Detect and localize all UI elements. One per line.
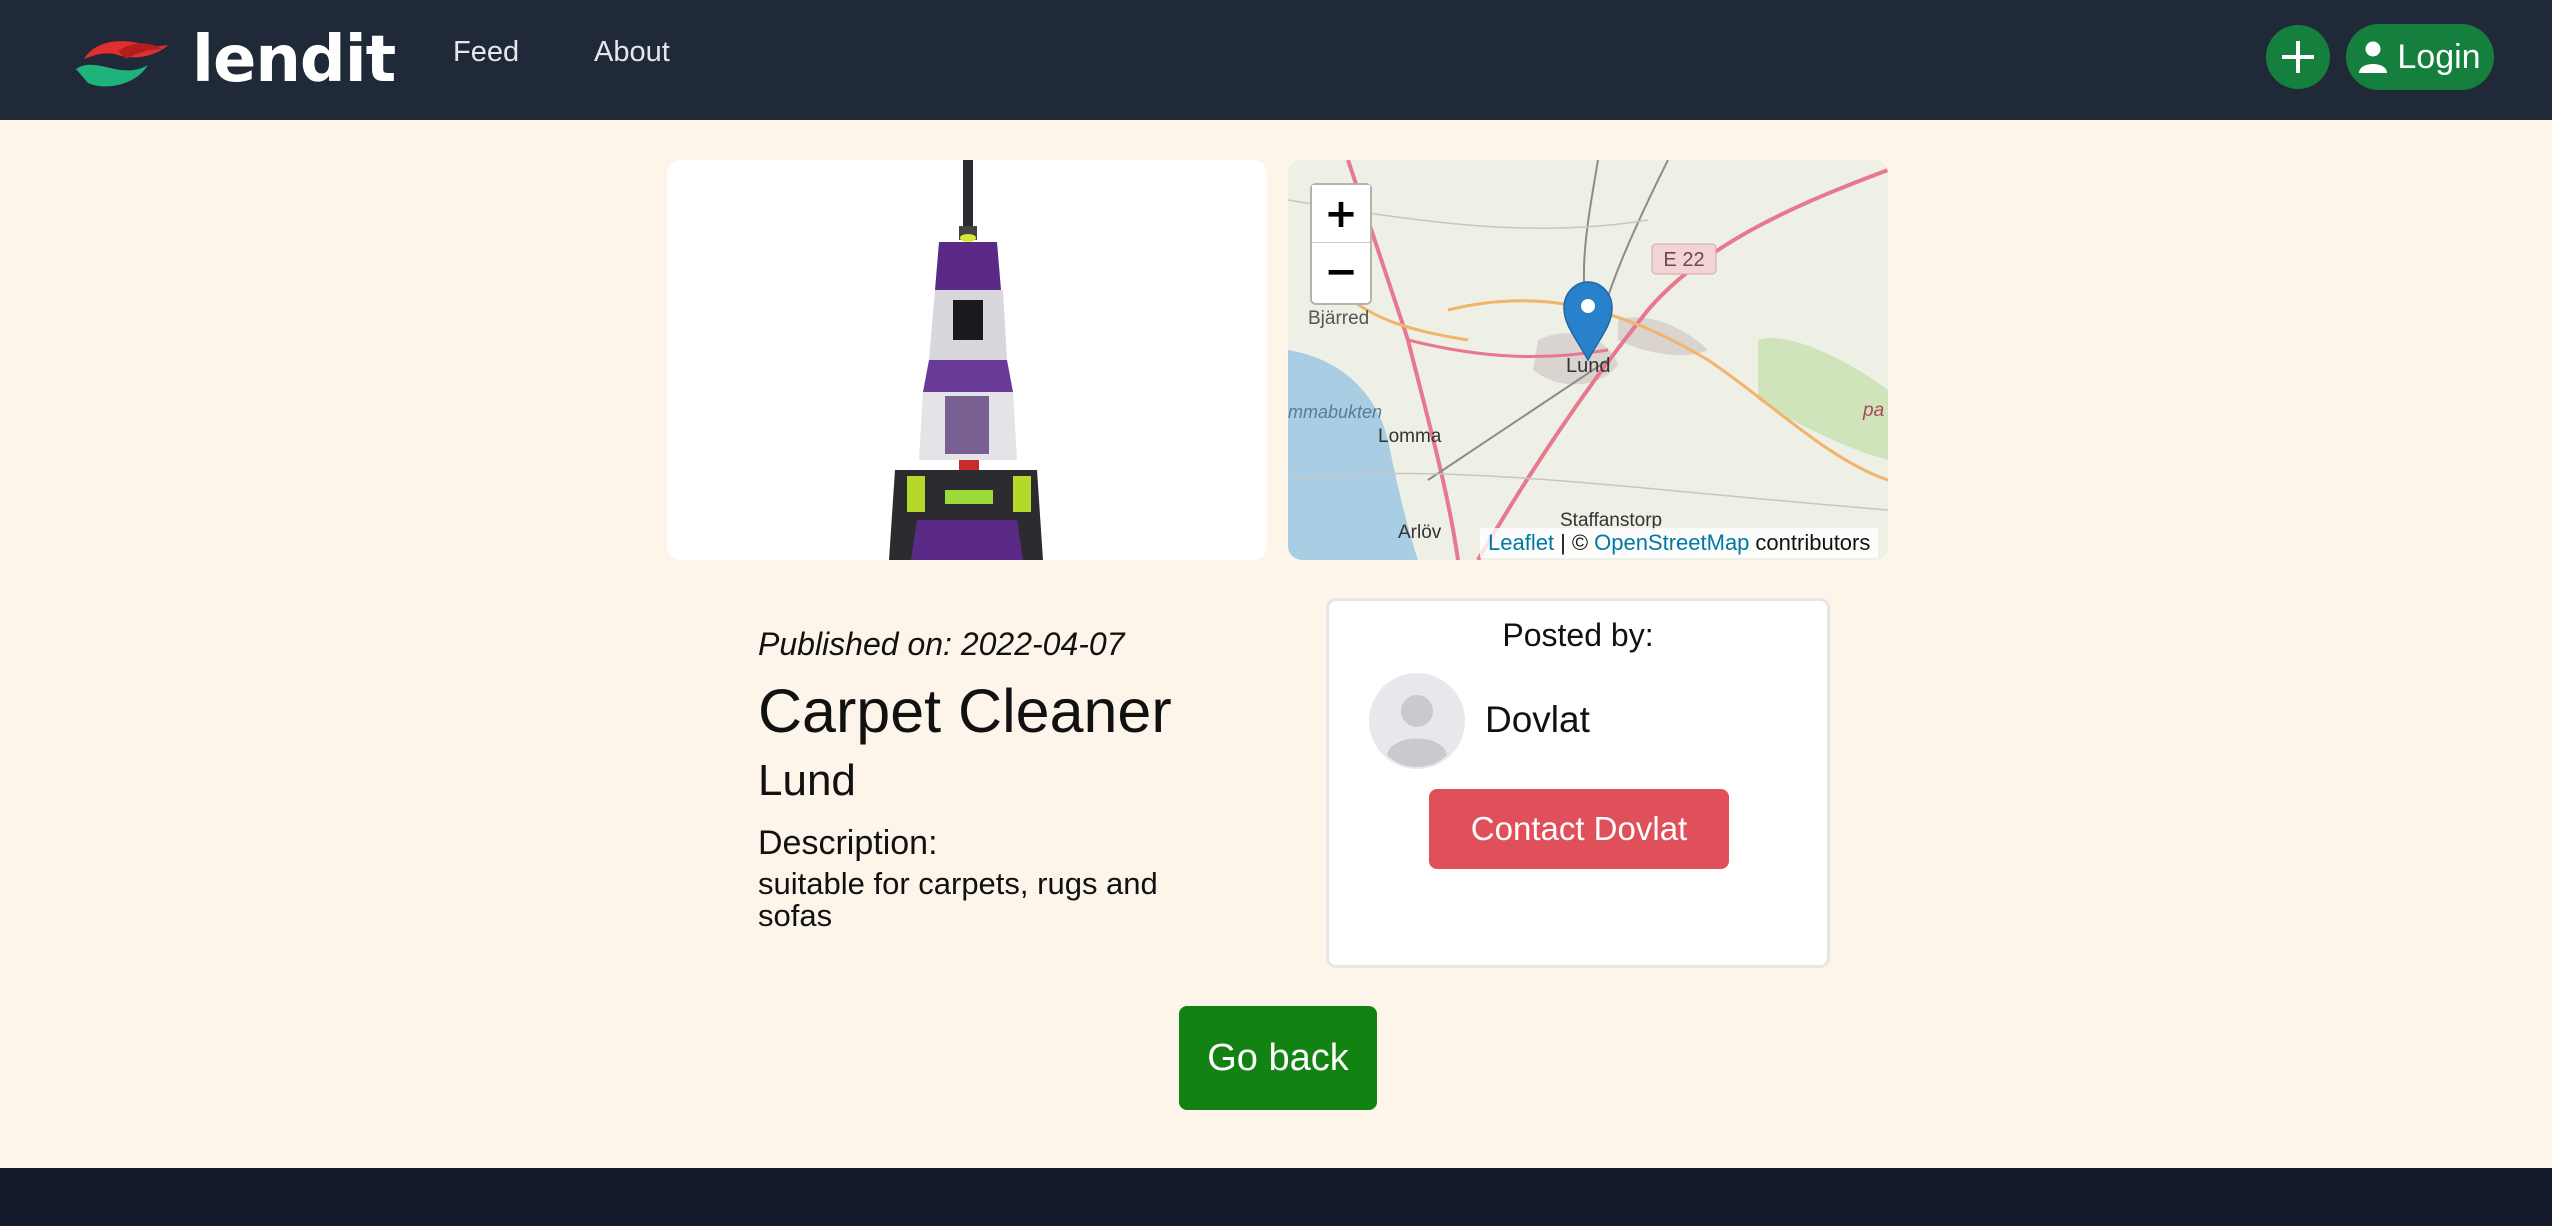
plus-icon — [2282, 41, 2314, 73]
avatar-placeholder-icon — [1369, 673, 1465, 769]
login-label: Login — [2397, 37, 2481, 76]
map-label-bjarred: Bjärred — [1308, 308, 1369, 329]
zoom-out-button[interactable]: − — [1312, 243, 1370, 301]
add-listing-button[interactable] — [2266, 25, 2330, 89]
go-back-button[interactable]: Go back — [1179, 1006, 1377, 1110]
description-label: Description: — [758, 824, 938, 862]
location-map[interactable]: E 22 Bjärred Lund mmabukten Lomma Arlöv … — [1288, 160, 1888, 560]
footer — [0, 1168, 2552, 1226]
map-label-edge: pa — [1862, 400, 1884, 421]
listing-location: Lund — [758, 756, 856, 805]
openstreetmap-link[interactable]: OpenStreetMap — [1594, 530, 1749, 556]
login-button[interactable]: Login — [2346, 24, 2494, 90]
description-text: suitable for carpets, rugs and sofas — [758, 866, 1158, 933]
posted-by-heading: Posted by: — [1502, 617, 1654, 653]
poster-name: Dovlat — [1485, 699, 1590, 740]
map-zoom-control: + − — [1310, 183, 1372, 305]
leaflet-link[interactable]: Leaflet — [1488, 530, 1554, 556]
nav-link-about[interactable]: About — [594, 36, 670, 69]
user-icon — [2359, 41, 2388, 73]
poster-card: Posted by: Dovlat Contact Dovlat — [1326, 598, 1830, 968]
contact-poster-button[interactable]: Contact Dovlat — [1429, 789, 1729, 869]
product-image — [667, 160, 1267, 560]
attribution-separator: | © — [1560, 530, 1589, 555]
published-date: Published on: 2022-04-07 — [758, 626, 1125, 662]
map-label-lomma: Lomma — [1378, 426, 1442, 447]
nav-link-feed[interactable]: Feed — [453, 36, 519, 69]
map-attribution: Leaflet | © OpenStreetMap contributors — [1480, 528, 1879, 558]
attribution-suffix: contributors — [1755, 530, 1871, 555]
carpet-cleaner-image — [889, 160, 1043, 560]
map-tiles: E 22 Bjärred Lund mmabukten Lomma Arlöv … — [1288, 160, 1888, 560]
brand-name: lendit — [192, 23, 396, 97]
brand-link[interactable]: lendit — [66, 18, 396, 102]
map-label-bay: mmabukten — [1288, 402, 1382, 422]
navbar: lendit Feed About Login — [0, 0, 2552, 120]
map-label-highway: E 22 — [1663, 249, 1704, 271]
map-label-arlov: Arlöv — [1398, 522, 1442, 543]
lendit-logo-icon — [76, 41, 168, 87]
zoom-in-button[interactable]: + — [1312, 185, 1370, 243]
listing-title: Carpet Cleaner — [758, 677, 1172, 745]
